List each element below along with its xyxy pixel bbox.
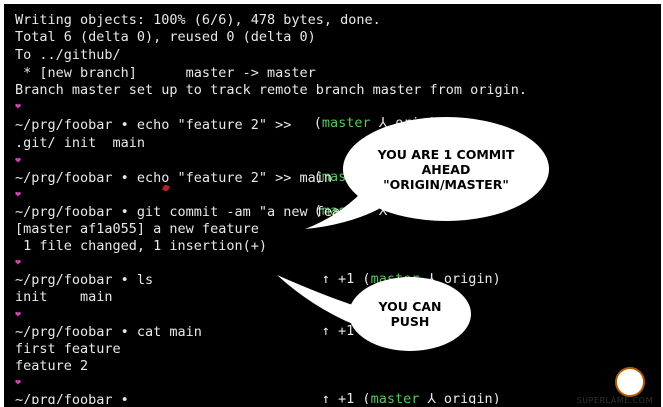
push-speech-bubble: YOU CAN PUSH <box>349 277 471 351</box>
watermark: SUPERLAME.COM <box>576 396 653 405</box>
push-bubble-tail <box>277 275 359 325</box>
bubble-tails <box>277 192 379 325</box>
comic-panel: Writing objects: 100% (6/6), 478 bytes, … <box>4 4 661 407</box>
ahead-speech-bubble: YOU ARE 1 COMMIT AHEAD "ORIGIN/MASTER" <box>343 117 549 221</box>
superlame-logo-icon <box>615 367 645 397</box>
